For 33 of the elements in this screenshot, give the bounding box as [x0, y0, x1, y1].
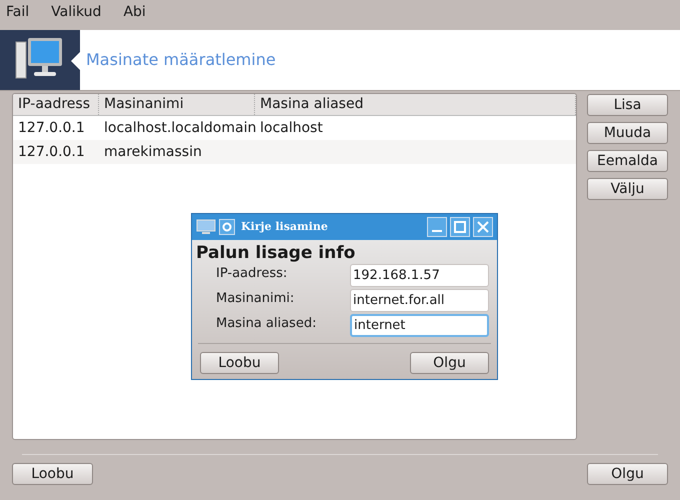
- input-field[interactable]: internet.for.all: [350, 289, 489, 312]
- table-cell-text: localhost: [259, 118, 324, 138]
- pointer-notch: [71, 52, 80, 70]
- dialog-button[interactable]: Loobu: [12, 463, 93, 485]
- input-field[interactable]: internet: [350, 314, 489, 337]
- dialog-button[interactable]: Loobu: [200, 352, 279, 374]
- minimize-icon[interactable]: [427, 217, 447, 237]
- close-icon[interactable]: [473, 217, 493, 237]
- field-label: IP-aadress:: [216, 264, 288, 283]
- side-button[interactable]: Muuda: [587, 122, 668, 144]
- dialog-button[interactable]: Olgu: [410, 352, 489, 374]
- dialog-button[interactable]: Olgu: [587, 463, 668, 485]
- menu-item[interactable]: Abi: [123, 2, 146, 22]
- computer-icon: [196, 219, 216, 235]
- dialog-heading: Palun lisage info: [195, 242, 356, 264]
- input-field[interactable]: 192.168.1.57: [350, 264, 489, 287]
- column-header[interactable]: Masina aliased: [255, 94, 576, 115]
- table-cell-text: 127.0.0.1: [17, 142, 86, 162]
- column-header[interactable]: IP-aadress: [13, 94, 99, 115]
- side-button[interactable]: Välju: [587, 178, 668, 200]
- header-title: Masinate määratlemine: [85, 49, 276, 71]
- table-cell-text: 127.0.0.1: [17, 118, 86, 138]
- field-label: Masinanimi:: [216, 290, 296, 308]
- column-header[interactable]: Masinanimi: [99, 94, 255, 115]
- menu-item[interactable]: Valikud: [51, 2, 102, 22]
- table-cell-text: localhost.localdomain: [103, 118, 255, 138]
- side-button[interactable]: Eemalda: [587, 150, 668, 172]
- menu-item[interactable]: Fail: [6, 2, 30, 22]
- dialog-title: Kirje lisamine: [241, 218, 329, 235]
- field-label: Masina aliased:: [216, 314, 318, 333]
- side-button[interactable]: Lisa: [587, 94, 668, 116]
- maximize-icon[interactable]: [450, 217, 470, 237]
- table-cell-text: marekimassin: [103, 142, 203, 162]
